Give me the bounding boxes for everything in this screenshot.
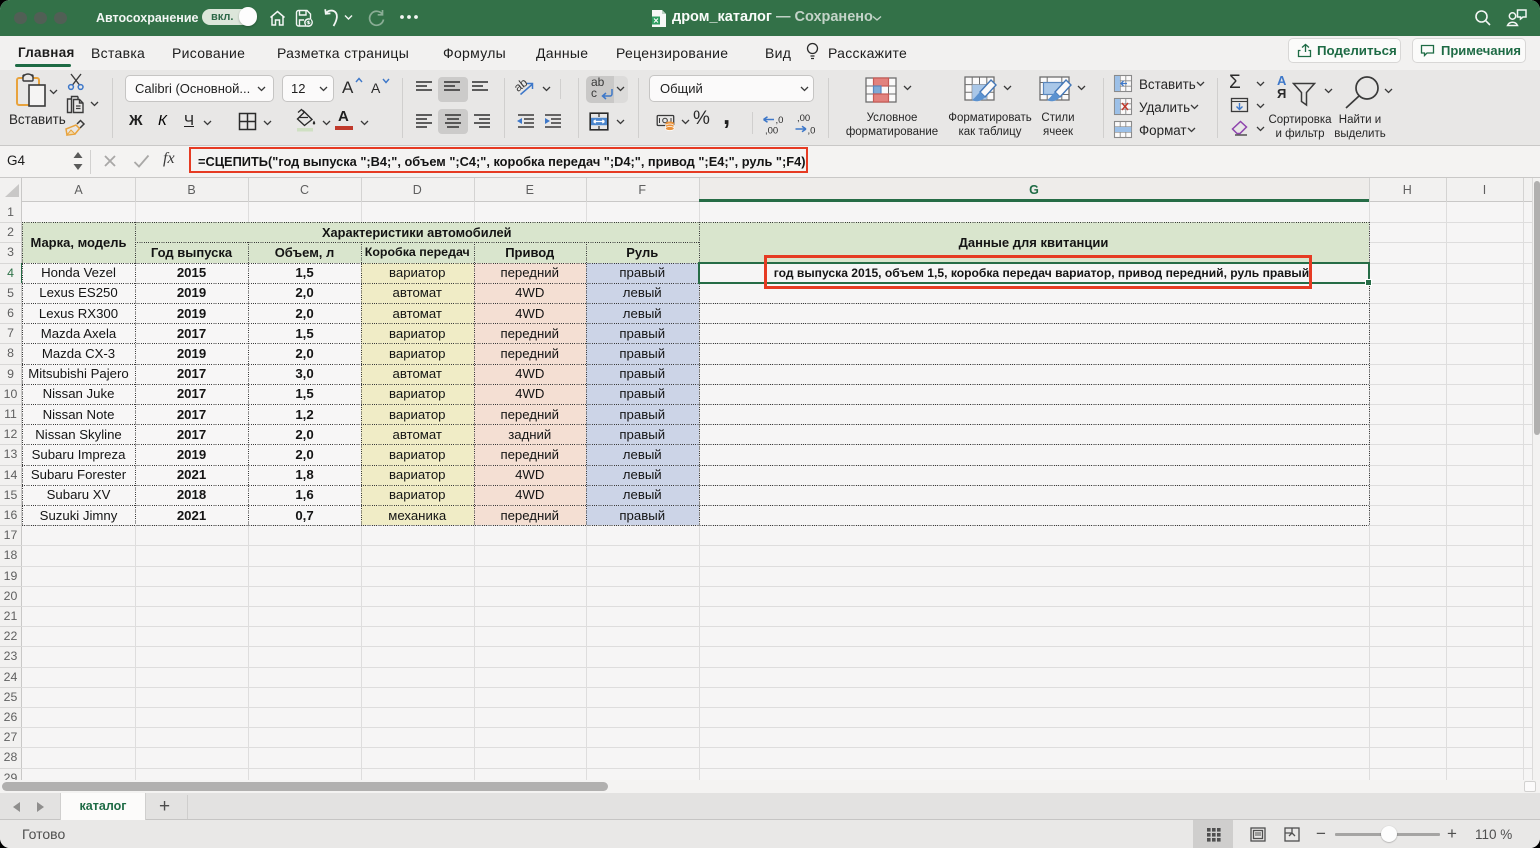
svg-text:,00: ,00: [797, 113, 810, 124]
svg-text:,0: ,0: [808, 126, 816, 136]
svg-text:,00: ,00: [765, 126, 778, 136]
svg-text:,0: ,0: [776, 115, 784, 126]
